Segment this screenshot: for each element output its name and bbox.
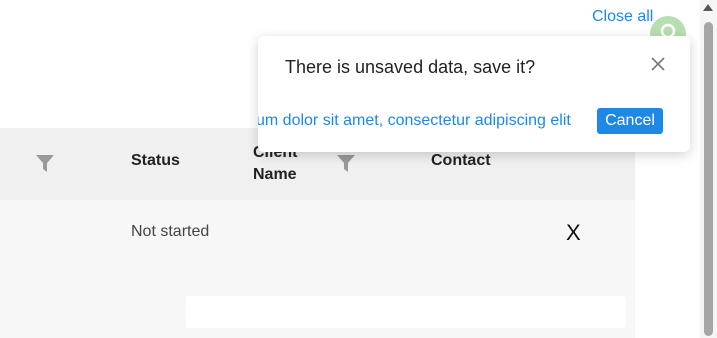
scroll-thumb[interactable] [704, 22, 713, 336]
filter-icon[interactable] [35, 154, 55, 174]
input-placeholder-bar [186, 296, 626, 328]
scrolling-text: um dolor sit amet, consectetur adipiscin… [258, 112, 571, 129]
close-icon[interactable]: X [566, 222, 581, 244]
column-header-contact[interactable]: Contact [431, 150, 491, 172]
dialog-message: There is unsaved data, save it? [285, 57, 536, 77]
scroll-up-icon[interactable] [703, 4, 713, 11]
close-icon[interactable] [648, 54, 668, 74]
status-cell: Not started [131, 223, 210, 240]
close-all-link[interactable]: Close all [592, 8, 653, 26]
vertical-scrollbar[interactable] [700, 0, 717, 338]
filter-icon[interactable] [336, 154, 356, 174]
column-header-status[interactable]: Status [131, 150, 180, 172]
cancel-button[interactable]: Cancel [597, 108, 663, 134]
unsaved-data-dialog: There is unsaved data, save it? um dolor… [258, 36, 690, 152]
